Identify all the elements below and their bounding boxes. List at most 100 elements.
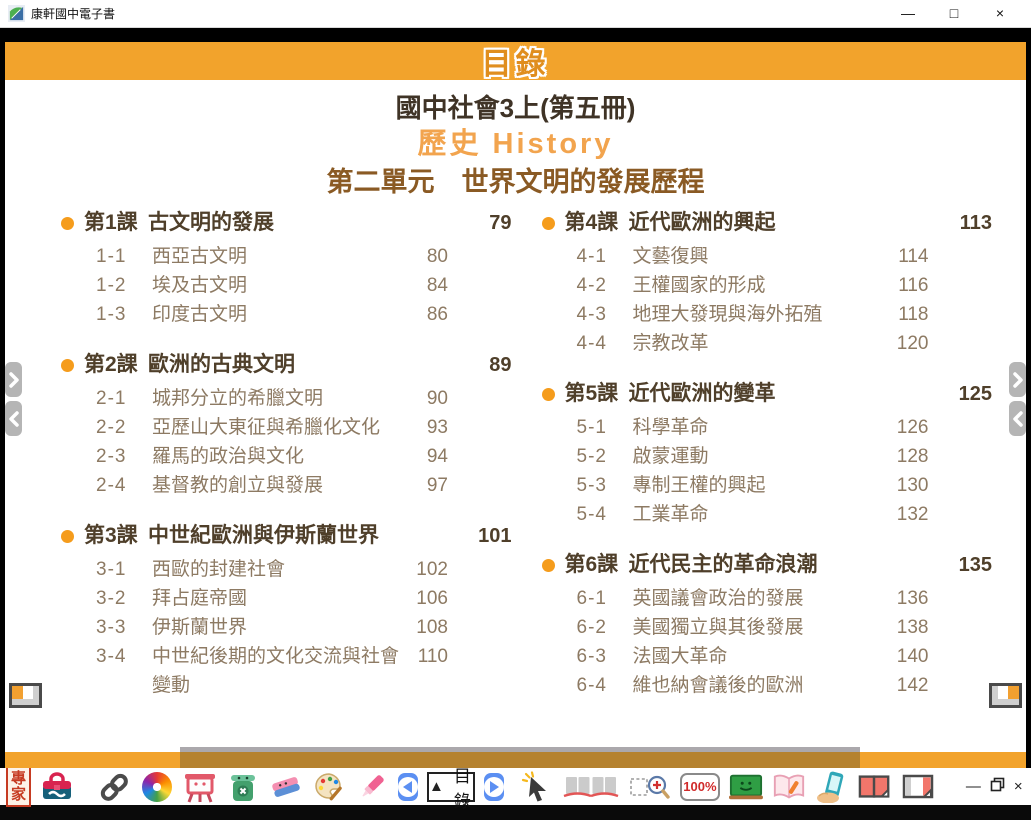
section-number: 3-2 — [96, 584, 152, 613]
toc-section-link[interactable]: 4-1 文藝復興 114 — [577, 242, 993, 271]
toolbox-icon[interactable] — [40, 770, 74, 804]
section-page-number: 140 — [885, 642, 929, 671]
cursor-icon[interactable] — [519, 770, 553, 804]
toc-section-link[interactable]: 3-4 中世紀後期的文化交流與社會變動 110 — [96, 642, 512, 700]
toc-section-link[interactable]: 3-2 拜占庭帝國 106 — [96, 584, 512, 613]
toc-lesson: 第6課 近代民主的革命浪潮 135 6-1 英國議會政治的發展 136 6-2 … — [542, 551, 993, 700]
page-up-arrow-icon: ▲ — [429, 778, 444, 795]
close-button[interactable]: × — [977, 0, 1023, 27]
app-window: 康軒國中電子書 — □ × 目錄 國中社會3上(第五冊) 歷史 History … — [0, 0, 1031, 820]
section-number: 4-1 — [577, 242, 633, 271]
section-page-number: 118 — [885, 300, 929, 329]
highlighter-icon[interactable] — [355, 770, 389, 804]
answer-tool-icon[interactable] — [815, 770, 849, 804]
app-close-button[interactable]: × — [1014, 778, 1023, 795]
bottom-toolbar: 專家 — [0, 768, 1031, 805]
toc-section-link[interactable]: 5-3 專制王權的興起 130 — [577, 471, 993, 500]
toc-section-link[interactable]: 2-4 基督教的創立與發展 97 — [96, 471, 512, 500]
lesson-page-number: 135 — [946, 551, 992, 579]
horizontal-scrollbar-thumb[interactable] — [180, 747, 860, 768]
zoom-area-icon[interactable] — [629, 770, 671, 804]
toc-lesson: 第5課 近代歐洲的變革 125 5-1 科學革命 126 5-2 啟蒙運動 12… — [542, 380, 993, 529]
lesson-page-number: 101 — [466, 522, 512, 550]
minimize-button[interactable]: — — [885, 0, 931, 27]
current-page-label: 目錄 — [454, 762, 473, 812]
section-number: 2-2 — [96, 413, 152, 442]
page-selector[interactable]: ▲ 目錄 — [427, 772, 475, 802]
toc-section-link[interactable]: 1-1 西亞古文明 80 — [96, 242, 512, 271]
bullet-icon — [542, 217, 555, 230]
app-minimize-button[interactable]: — — [966, 778, 981, 795]
next-page-button[interactable] — [484, 773, 504, 801]
toc-sections: 1-1 西亞古文明 80 1-2 埃及古文明 84 1-3 印度古文明 86 — [61, 242, 512, 329]
toc-section-link[interactable]: 5-1 科學革命 126 — [577, 413, 993, 442]
toc-section-link[interactable]: 6-4 維也納會議後的歐洲 142 — [577, 671, 993, 700]
section-title: 王權國家的形成 — [633, 271, 885, 300]
section-page-number: 138 — [885, 613, 929, 642]
toc-section-link[interactable]: 3-3 伊斯蘭世界 108 — [96, 613, 512, 642]
lesson-title: 近代歐洲的興起 — [627, 209, 947, 237]
horizontal-scrollbar-track[interactable] — [5, 752, 1026, 768]
toc-section-link[interactable]: 6-2 美國獨立與其後發展 138 — [577, 613, 993, 642]
book-spread-icon[interactable] — [562, 770, 620, 804]
toc-lesson-link[interactable]: 第6課 近代民主的革命浪潮 135 — [542, 551, 993, 579]
toc-lesson-link[interactable]: 第1課 古文明的發展 79 — [61, 209, 512, 237]
double-page-icon[interactable] — [858, 770, 892, 804]
lesson-number: 第4課 — [565, 209, 627, 237]
toc-section-link[interactable]: 4-3 地理大發現與海外拓殖 118 — [577, 300, 993, 329]
color-wheel-icon[interactable] — [140, 770, 174, 804]
toc-section-link[interactable]: 2-2 亞歷山大東征與希臘化文化 93 — [96, 413, 512, 442]
page-corner-right-icon[interactable] — [989, 683, 1022, 708]
section-number: 4-4 — [577, 329, 633, 358]
lesson-page-number: 89 — [466, 351, 512, 379]
chalkboard-icon[interactable] — [729, 770, 763, 804]
expert-mode-button[interactable]: 專家 — [6, 766, 31, 808]
section-title: 維也納會議後的歐洲 — [633, 671, 885, 700]
flip-forward-chevron-icon[interactable] — [5, 362, 22, 397]
prev-arrow-icon — [403, 781, 412, 793]
toc-section-link[interactable]: 5-2 啟蒙運動 128 — [577, 442, 993, 471]
toc-section-link[interactable]: 1-3 印度古文明 86 — [96, 300, 512, 329]
toc-lesson: 第4課 近代歐洲的興起 113 4-1 文藝復興 114 4-2 王權國家的形成… — [542, 209, 993, 358]
section-page-number: 106 — [404, 584, 448, 613]
section-title: 拜占庭帝國 — [152, 584, 404, 613]
section-number: 6-4 — [577, 671, 633, 700]
easel-icon[interactable] — [183, 770, 217, 804]
section-title: 城邦分立的希臘文明 — [152, 384, 404, 413]
toc-section-link[interactable]: 3-1 西歐的封建社會 102 — [96, 555, 512, 584]
toc-lesson-link[interactable]: 第5課 近代歐洲的變革 125 — [542, 380, 993, 408]
trash-robot-icon[interactable] — [226, 770, 260, 804]
eraser-icon[interactable] — [269, 770, 303, 804]
toc-lesson-link[interactable]: 第2課 歐洲的古典文明 89 — [61, 351, 512, 379]
section-title: 科學革命 — [633, 413, 885, 442]
toc-lesson-link[interactable]: 第4課 近代歐洲的興起 113 — [542, 209, 993, 237]
section-page-number: 136 — [885, 584, 929, 613]
lesson-page-number: 125 — [946, 380, 992, 408]
section-page-number: 130 — [885, 471, 929, 500]
flip-back-chevron-icon[interactable] — [1009, 401, 1026, 436]
workbook-icon[interactable] — [772, 770, 806, 804]
toc-lesson-link[interactable]: 第3課 中世紀歐洲與伊斯蘭世界 101 — [61, 522, 512, 550]
page-corner-left-icon[interactable] — [9, 683, 42, 708]
maximize-button[interactable]: □ — [931, 0, 977, 27]
single-page-icon[interactable] — [901, 770, 935, 804]
toc-section-link[interactable]: 2-1 城邦分立的希臘文明 90 — [96, 384, 512, 413]
section-number: 1-1 — [96, 242, 152, 271]
palette-icon[interactable] — [312, 770, 346, 804]
toc-section-link[interactable]: 1-2 埃及古文明 84 — [96, 271, 512, 300]
toc-section-link[interactable]: 4-4 宗教改革 120 — [577, 329, 993, 358]
zoom-level-button[interactable]: 100% — [680, 773, 720, 801]
toc-column: 第4課 近代歐洲的興起 113 4-1 文藝復興 114 4-2 王權國家的形成… — [542, 209, 993, 722]
app-restore-button[interactable] — [990, 777, 1005, 796]
toc-section-link[interactable]: 5-4 工業革命 132 — [577, 500, 993, 529]
hyperlink-icon[interactable] — [97, 770, 131, 804]
toc-section-link[interactable]: 4-2 王權國家的形成 116 — [577, 271, 993, 300]
prev-page-button[interactable] — [398, 773, 418, 801]
section-number: 5-3 — [577, 471, 633, 500]
flip-back-chevron-icon[interactable] — [5, 401, 22, 436]
section-page-number: 94 — [404, 442, 448, 471]
toc-section-link[interactable]: 6-3 法國大革命 140 — [577, 642, 993, 671]
toc-section-link[interactable]: 6-1 英國議會政治的發展 136 — [577, 584, 993, 613]
toc-section-link[interactable]: 2-3 羅馬的政治與文化 94 — [96, 442, 512, 471]
flip-forward-chevron-icon[interactable] — [1009, 362, 1026, 397]
